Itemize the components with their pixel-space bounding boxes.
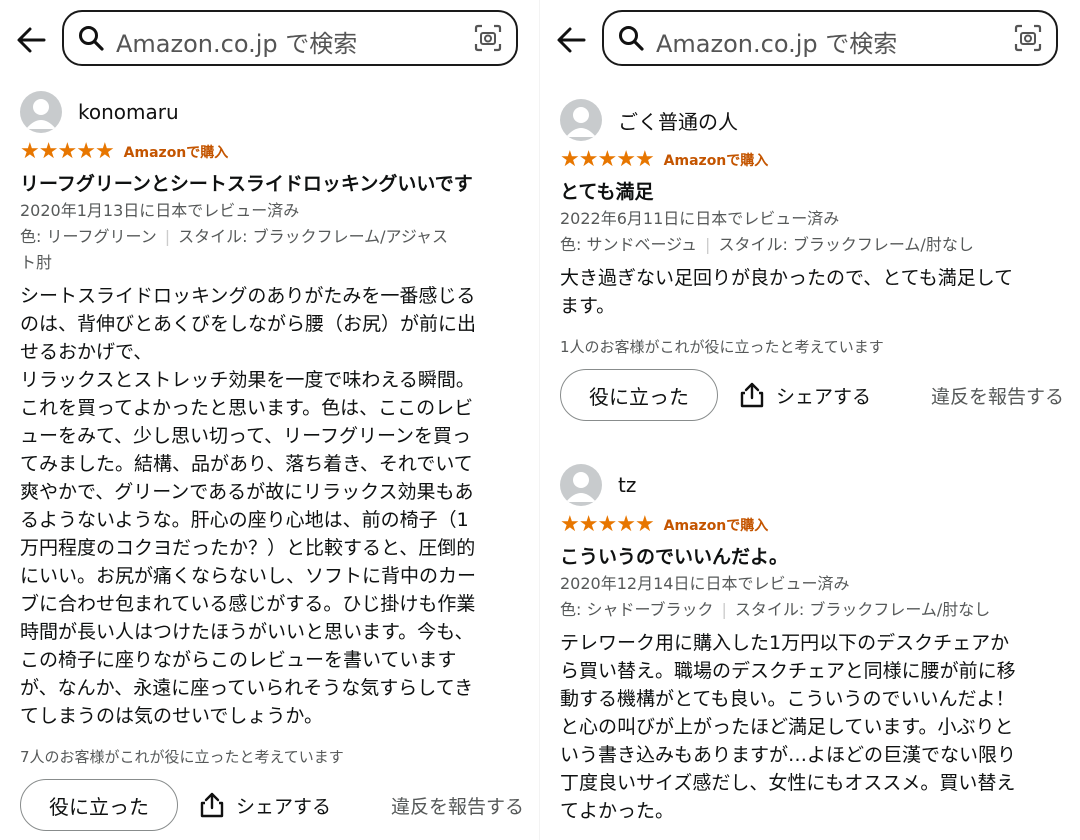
rating-row: ★ ★ ★ ★ ★ Amazonで購入 — [560, 148, 1064, 172]
star-icon: ★ — [597, 512, 617, 537]
back-arrow-icon[interactable] — [14, 23, 48, 57]
search-placeholder: Amazon.co.jp で検索 — [656, 30, 898, 58]
user-silhouette-icon — [566, 107, 596, 137]
review-title: リーフグリーンとシートスライドロッキングいいです — [20, 173, 473, 195]
author-name: konomaru — [78, 100, 179, 124]
camera-scan-icon[interactable] — [474, 24, 502, 52]
search-input[interactable]: Amazon.co.jp で検索 — [602, 10, 1058, 66]
star-icon: ★ — [578, 512, 599, 537]
review-author[interactable]: konomaru — [20, 90, 524, 134]
helpful-button[interactable]: 役に立った — [20, 779, 178, 831]
camera-scan-icon[interactable] — [1014, 24, 1042, 52]
review-body: テレワーク用に購入した1万円以下のデスクチェアか ら買い替え。職場のデスクチェア… — [560, 632, 1017, 822]
left-screen: Amazon.co.jp で検索 konomaru ★ ★ ★ ★ ★ Amazonで購… — [0, 0, 540, 840]
review-author[interactable]: ごく普通の人 — [560, 98, 1064, 142]
star-rating: ★ ★ ★ ★ ★ — [20, 139, 115, 164]
color-variant: 色: リーフグリーン — [20, 227, 157, 246]
variant-info: 色: シャドーブラック | スタイル: ブラックフレーム/肘なし — [560, 597, 1064, 623]
rating-row: ★ ★ ★ ★ ★ Amazonで購入 — [560, 513, 1064, 537]
star-icon: ★ — [76, 139, 96, 164]
star-rating: ★ ★ ★ ★ ★ — [560, 147, 655, 172]
review-title: こういうのでいいんだよ。 — [560, 546, 789, 568]
user-silhouette-icon — [566, 472, 596, 502]
user-silhouette-icon — [26, 99, 56, 129]
share-button[interactable]: シェアする — [200, 792, 331, 819]
verified-purchase-badge: Amazonで購入 — [663, 153, 769, 169]
star-icon: ★ — [57, 139, 77, 164]
share-icon — [740, 382, 764, 408]
author-name: ごく普通の人 — [618, 109, 738, 134]
rating-row: ★ ★ ★ ★ ★ Amazonで購入 — [20, 140, 524, 164]
review-card: tz ★ ★ ★ ★ ★ Amazonで購入 こういうのでいいんだよ。 2020年12月… — [560, 463, 1064, 825]
search-icon — [619, 26, 644, 51]
variant-separator: | — [164, 227, 171, 246]
star-icon: ★ — [616, 512, 636, 537]
helpful-button[interactable]: 役に立った — [560, 369, 718, 421]
review-date: 2020年12月14日に日本でレビュー済み — [560, 574, 850, 593]
star-icon: ★ — [634, 147, 655, 172]
search-bar: Amazon.co.jp で検索 — [0, 10, 540, 70]
review-date: 2022年6月11日に日本でレビュー済み — [560, 209, 840, 228]
variant-separator: | — [721, 600, 727, 619]
color-variant: 色: シャドーブラック — [560, 600, 714, 619]
star-rating: ★ ★ ★ ★ ★ — [560, 512, 655, 537]
right-screen: Amazon.co.jp で検索 ごく普通の人 ★ ★ ★ ★ ★ Amazonで購入 — [540, 0, 1080, 840]
review-actions: 役に立った シェアする 違反を報告する — [20, 779, 524, 831]
star-icon: ★ — [578, 147, 599, 172]
avatar — [20, 91, 62, 133]
share-button[interactable]: シェアする — [740, 382, 871, 409]
author-name: tz — [618, 473, 637, 497]
share-label: シェアする — [236, 795, 332, 818]
search-icon — [79, 26, 104, 51]
verified-purchase-badge: Amazonで購入 — [123, 145, 229, 161]
star-icon: ★ — [20, 139, 40, 164]
search-placeholder: Amazon.co.jp で検索 — [116, 30, 358, 58]
review-body: 大き過ぎない足回りが良かったので、とても満足して ます。 — [560, 267, 1014, 317]
style-variant: スタイル: ブラックフレーム/肘なし — [718, 235, 974, 254]
variant-info: 色: サンドベージュ | スタイル: ブラックフレーム/肘なし — [560, 232, 1064, 258]
back-arrow-icon[interactable] — [554, 23, 588, 57]
review-card: ごく普通の人 ★ ★ ★ ★ ★ Amazonで購入 とても満足 2022年6月11日に… — [560, 98, 1064, 421]
search-bar: Amazon.co.jp で検索 — [540, 10, 1080, 70]
review-card: konomaru ★ ★ ★ ★ ★ Amazonで購入 リーフグリーンとシートスライド… — [20, 90, 524, 831]
color-variant: 色: サンドベージュ — [560, 235, 698, 254]
share-label: シェアする — [776, 385, 872, 408]
review-title: とても満足 — [560, 181, 654, 203]
review-actions: 役に立った シェアする 違反を報告する — [560, 369, 1064, 421]
report-link[interactable]: 違反を報告する — [391, 792, 524, 819]
avatar — [560, 99, 602, 141]
share-icon — [200, 792, 224, 818]
star-icon: ★ — [560, 147, 580, 172]
review-date: 2020年1月13日に日本でレビュー済み — [20, 201, 300, 220]
style-variant-cont: ト肘 — [20, 253, 53, 272]
style-variant: スタイル: ブラックフレーム/肘なし — [734, 600, 991, 619]
review-author[interactable]: tz — [560, 463, 1064, 507]
star-icon: ★ — [597, 147, 617, 172]
star-icon: ★ — [38, 139, 59, 164]
helpful-count: 1人のお客様がこれが役に立ったと考えています — [560, 338, 884, 356]
helpful-count: 7人のお客様がこれが役に立ったと考えています — [20, 748, 344, 766]
star-icon: ★ — [616, 147, 636, 172]
verified-purchase-badge: Amazonで購入 — [663, 518, 769, 534]
star-icon: ★ — [634, 512, 655, 537]
star-icon: ★ — [94, 139, 115, 164]
variant-separator: | — [705, 235, 711, 254]
review-body: シートスライドロッキングのありがたみを一番感じる のは、背伸びとあくびをしながら… — [20, 285, 477, 727]
variant-info: 色: リーフグリーン | スタイル: ブラックフレーム/アジャスト肘 — [20, 224, 524, 276]
avatar — [560, 464, 602, 506]
star-icon: ★ — [560, 512, 580, 537]
search-input[interactable]: Amazon.co.jp で検索 — [62, 10, 518, 66]
report-link[interactable]: 違反を報告する — [931, 382, 1064, 409]
style-variant: スタイル: ブラックフレーム/アジャス — [178, 227, 449, 246]
